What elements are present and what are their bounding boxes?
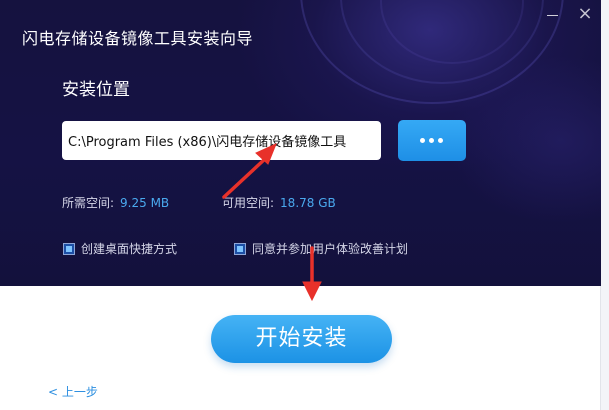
window-title: 闪电存储设备镜像工具安装向导 [22, 29, 254, 48]
ellipsis-icon [420, 138, 444, 143]
available-space-label: 可用空间: [222, 196, 275, 210]
installer-window: 闪电存储设备镜像工具安装向导 × 安装位置 所需空间: 9.25 MB 可用空间:… [0, 0, 609, 410]
header-panel: 闪电存储设备镜像工具安装向导 × 安装位置 所需空间: 9.25 MB 可用空间:… [0, 0, 601, 286]
close-icon: × [577, 3, 593, 24]
available-space: 可用空间: 18.78 GB [222, 194, 336, 211]
required-space-label: 所需空间: [62, 196, 115, 210]
desktop-shortcut-checkbox[interactable] [63, 243, 75, 255]
minimize-icon [547, 15, 558, 16]
available-space-value: 18.78 GB [280, 196, 336, 210]
experience-program-option[interactable]: 同意并参加用户体验改善计划 [234, 240, 408, 257]
experience-program-label: 同意并参加用户体验改善计划 [252, 242, 409, 256]
desktop-shortcut-option[interactable]: 创建桌面快捷方式 [63, 240, 177, 257]
install-location-label: 安装位置 [62, 80, 130, 100]
install-path-input[interactable] [62, 121, 381, 160]
close-button[interactable]: × [575, 3, 595, 24]
experience-program-checkbox[interactable] [234, 243, 246, 255]
start-install-button[interactable]: 开始安装 [211, 315, 392, 363]
back-link[interactable]: < 上一步 [48, 383, 98, 400]
browse-button[interactable] [398, 120, 466, 161]
desktop-shortcut-label: 创建桌面快捷方式 [81, 242, 178, 256]
required-space-value: 9.25 MB [120, 196, 170, 210]
desktop-background-strip [600, 0, 609, 410]
required-space: 所需空间: 9.25 MB [62, 194, 169, 211]
minimize-button[interactable] [543, 6, 563, 22]
